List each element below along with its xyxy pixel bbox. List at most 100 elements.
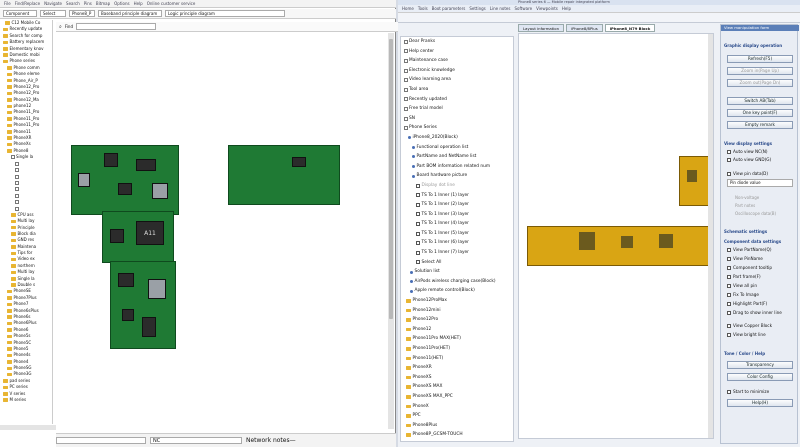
right-tree-item[interactable]: TS To 1 Inner (1) layer bbox=[404, 191, 513, 201]
menu-find[interactable]: Find/Replace bbox=[15, 1, 40, 6]
right-tree-item[interactable]: Video learning area bbox=[404, 75, 513, 85]
fix-to-image-option[interactable]: Fix To Image bbox=[727, 292, 759, 297]
refresh-button[interactable]: Refresh(F5) bbox=[727, 55, 793, 63]
right-tree-item[interactable]: PhoneXS MAX_PPC bbox=[404, 392, 513, 402]
view-partname-checkbox[interactable] bbox=[727, 247, 731, 252]
view-pinname-checkbox[interactable] bbox=[727, 256, 731, 261]
right-tree-item[interactable]: PhoneXR bbox=[404, 363, 513, 373]
view-copper-option[interactable]: View Copper Block bbox=[727, 323, 772, 328]
zoom-out-button[interactable]: Zoom out(Page Dn) bbox=[727, 79, 793, 87]
highlight-part-option[interactable]: Highlight Part(F) bbox=[727, 301, 767, 306]
menu-help[interactable]: Help bbox=[134, 1, 143, 6]
layer-checkbox[interactable] bbox=[416, 231, 420, 236]
right-tree-item[interactable]: PPC bbox=[404, 411, 513, 421]
right-tree-item[interactable]: Part BOM information related num bbox=[404, 162, 513, 172]
menu-search[interactable]: Search bbox=[66, 1, 80, 6]
select-dropdown[interactable]: Select bbox=[40, 10, 66, 17]
right-tree-item[interactable]: AirPods wireless charging case(Block) bbox=[404, 277, 513, 287]
empty-remark-button[interactable]: Empty remark bbox=[727, 121, 793, 129]
menu-boot-parameters[interactable]: Boot parameters bbox=[432, 6, 466, 11]
layer-checkbox[interactable] bbox=[416, 222, 420, 227]
right-tree-item[interactable]: Phone12 bbox=[404, 325, 513, 335]
right-tree-item[interactable]: Phone11(HET) bbox=[404, 354, 513, 364]
menu-help-right[interactable]: Help bbox=[562, 6, 571, 11]
auto-view-nc-checkbox[interactable] bbox=[727, 149, 731, 154]
right-tree-item[interactable]: SN bbox=[404, 114, 513, 124]
menu-line-notes[interactable]: Line notes bbox=[490, 6, 511, 11]
view-pin-data-checkbox[interactable] bbox=[727, 171, 731, 176]
right-tree-item[interactable]: Solution list bbox=[404, 267, 513, 277]
menu-pins[interactable]: Pins bbox=[84, 1, 92, 6]
left-vertical-scrollbar[interactable] bbox=[388, 33, 394, 429]
logic-dropdown[interactable]: Logic principle diagram bbox=[165, 10, 285, 17]
right-tree-item[interactable]: Phone12Pro bbox=[404, 315, 513, 325]
right-tree-item[interactable]: Maintenance case bbox=[404, 56, 513, 66]
right-tree-item[interactable]: Phone Series bbox=[404, 123, 513, 133]
drag-inner-line-checkbox[interactable] bbox=[727, 310, 731, 315]
right-tree-item[interactable]: PartName and NetName list bbox=[404, 152, 513, 162]
component-tooltip-checkbox[interactable] bbox=[727, 265, 731, 270]
pin-value-select[interactable]: Pin diode value bbox=[727, 179, 793, 187]
baseband-dropdown[interactable]: Baseband principle diagram bbox=[98, 10, 162, 17]
right-tree-item[interactable]: Dear Pranks bbox=[404, 37, 513, 47]
layer-checkbox[interactable] bbox=[416, 212, 420, 217]
highlight-part-checkbox[interactable] bbox=[727, 301, 731, 306]
right-tree-item[interactable]: Display dot line bbox=[404, 181, 513, 191]
right-tree-item[interactable]: PhoneXS bbox=[404, 373, 513, 383]
menu-tools[interactable]: Tools bbox=[418, 6, 428, 11]
auto-view-gnd-checkbox[interactable] bbox=[727, 157, 731, 162]
left-tree-item[interactable]: M series bbox=[1, 397, 52, 403]
auto-view-gnd-option[interactable]: Auto view GND(G) bbox=[727, 157, 771, 162]
start-minimize-checkbox[interactable] bbox=[727, 389, 731, 394]
right-tree-item[interactable]: TS To 1 Inner (3) layer bbox=[404, 210, 513, 220]
view-copper-checkbox[interactable] bbox=[727, 323, 731, 328]
menu-settings[interactable]: Settings bbox=[469, 6, 485, 11]
tab-iphone8[interactable]: iPhone8/8Plus bbox=[566, 24, 603, 32]
view-pinname-option[interactable]: View PinName bbox=[727, 256, 763, 261]
auto-view-nc-option[interactable]: Auto view NC(N) bbox=[727, 149, 767, 154]
layer-checkbox[interactable] bbox=[416, 241, 420, 246]
menu-navigate[interactable]: Navigate bbox=[44, 1, 62, 6]
transparency-button[interactable]: Transparency bbox=[727, 361, 793, 369]
layer-checkbox[interactable] bbox=[416, 250, 420, 255]
drag-inner-line-option[interactable]: Drag to show inner line bbox=[727, 310, 782, 315]
right-tree-item[interactable]: Recently updated bbox=[404, 95, 513, 105]
right-tree-item[interactable]: Help center bbox=[404, 47, 513, 57]
right-tree-item[interactable]: PhoneX bbox=[404, 402, 513, 412]
view-all-pin-option[interactable]: View all pin bbox=[727, 283, 757, 288]
right-tree-item[interactable]: Functional operation list bbox=[404, 143, 513, 153]
right-board-canvas[interactable] bbox=[518, 33, 714, 439]
right-tree-item[interactable]: Phone8Plus bbox=[404, 421, 513, 431]
layer-checkbox[interactable] bbox=[416, 260, 420, 265]
board-dropdown[interactable]: Phone8_P bbox=[69, 10, 95, 17]
menu-online-service[interactable]: Online customer service bbox=[147, 1, 196, 6]
menu-software[interactable]: Software bbox=[514, 6, 532, 11]
right-tree-item[interactable]: TS To 1 Inner (4) layer bbox=[404, 219, 513, 229]
menu-bitmap[interactable]: Bitmap bbox=[96, 1, 110, 6]
right-tree-item[interactable]: TS To 1 Inner (6) layer bbox=[404, 238, 513, 248]
right-tree-item[interactable]: Tool area bbox=[404, 85, 513, 95]
view-all-pin-checkbox[interactable] bbox=[727, 283, 731, 288]
part-frame-option[interactable]: Part frame(F) bbox=[727, 274, 761, 279]
bottom-left-dropdown[interactable] bbox=[56, 437, 146, 444]
right-tree-item[interactable]: Board hardware picture bbox=[404, 171, 513, 181]
menu-home[interactable]: Home bbox=[402, 6, 414, 11]
tab-layout-info[interactable]: Layout information bbox=[518, 24, 565, 32]
net-dropdown[interactable]: NC bbox=[150, 437, 242, 444]
layer-checkbox[interactable] bbox=[416, 202, 420, 207]
right-tree-item[interactable]: TS To 1 Inner (7) layer bbox=[404, 248, 513, 258]
right-tree-item[interactable]: Free trial model bbox=[404, 104, 513, 114]
one-key-point-button[interactable]: One key point(F) bbox=[727, 109, 793, 117]
right-tree-item[interactable]: Electronic knowledge bbox=[404, 66, 513, 76]
left-board-canvas[interactable]: A11 bbox=[56, 33, 388, 431]
right-tree-item[interactable]: TS To 1 Inner (5) layer bbox=[404, 229, 513, 239]
menu-file[interactable]: File bbox=[4, 1, 11, 6]
layer-checkbox[interactable] bbox=[416, 193, 420, 198]
help-button[interactable]: Help(H) bbox=[727, 399, 793, 407]
component-dropdown[interactable]: Component bbox=[3, 10, 37, 17]
part-frame-checkbox[interactable] bbox=[727, 274, 731, 279]
start-minimize-option[interactable]: Start to minimize bbox=[727, 389, 769, 394]
find-input[interactable] bbox=[76, 23, 157, 30]
right-tree-item[interactable]: iPhone8_2020(Block) bbox=[404, 133, 513, 143]
fix-to-image-checkbox[interactable] bbox=[727, 292, 731, 297]
